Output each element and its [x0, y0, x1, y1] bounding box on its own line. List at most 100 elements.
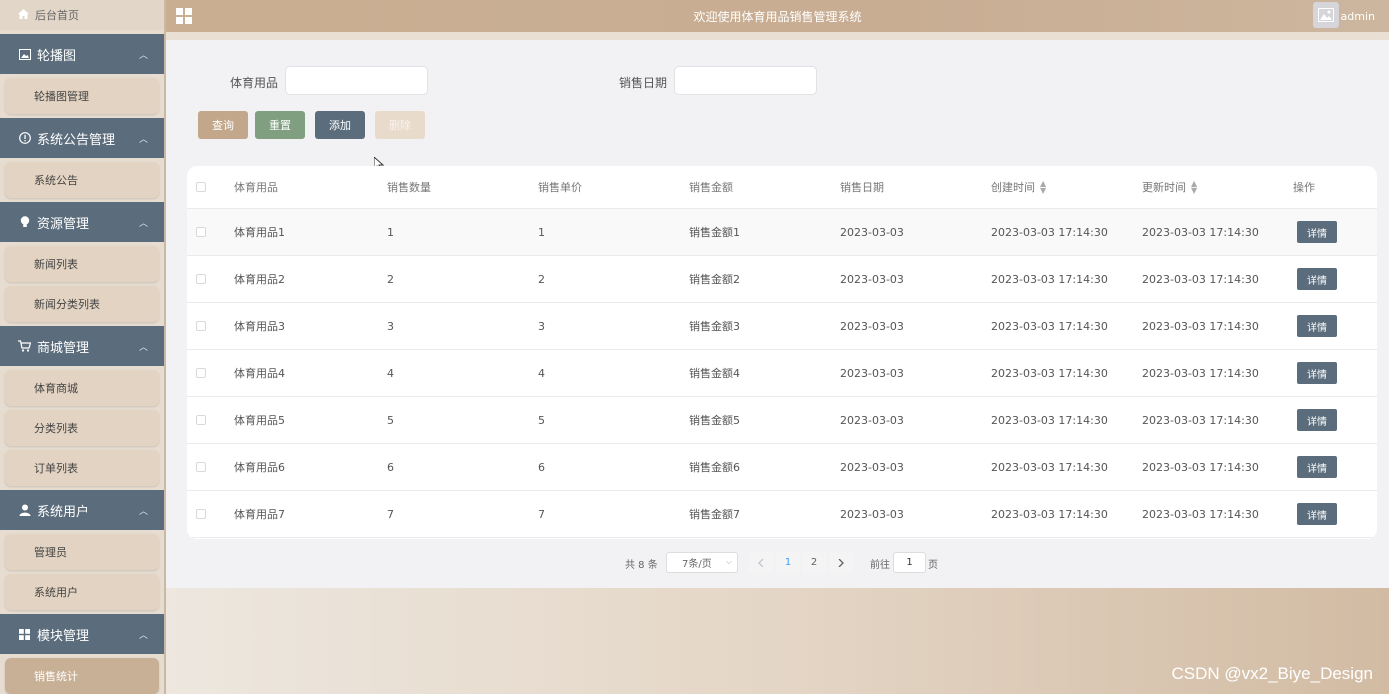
- search-input-date[interactable]: [674, 66, 817, 95]
- search-label-date: 销售日期: [619, 76, 668, 90]
- table-cell: 5: [538, 413, 545, 427]
- col-header-created[interactable]: 创建时间 ▲ ▼: [991, 166, 1046, 208]
- sort-icon[interactable]: ▲ ▼: [1191, 180, 1197, 195]
- table-cell: 2023-03-03 17:14:30: [991, 225, 1108, 239]
- col-header-actions: 操作: [1293, 181, 1315, 194]
- page-button-1[interactable]: 1: [776, 552, 800, 573]
- delete-button[interactable]: 删除: [375, 111, 425, 139]
- table-cell: 体育用品1: [234, 226, 285, 239]
- row-checkbox[interactable]: [196, 462, 206, 472]
- table-cell: 1: [538, 225, 545, 239]
- table-cell: 2023-03-03 17:14:30: [991, 366, 1108, 380]
- row-checkbox[interactable]: [196, 415, 206, 425]
- table-row[interactable]: 体育用品6 6 6 销售金额6 2023-03-03 2023-03-03 17:14:3…: [187, 444, 1377, 491]
- goto-page-input[interactable]: 1: [893, 552, 926, 573]
- table-cell: 2023-03-03 17:14:30: [991, 507, 1108, 521]
- sidebar-group-2[interactable]: 资源管理 ︿: [0, 202, 164, 242]
- table-cell: 2023-03-03 17:14:30: [1142, 319, 1259, 333]
- table-cell: 体育用品4: [234, 367, 285, 380]
- table-row[interactable]: 体育用品3 3 3 销售金额3 2023-03-03 2023-03-03 17:14:3…: [187, 303, 1377, 350]
- image-icon: [18, 48, 31, 61]
- detail-button[interactable]: 详情: [1297, 221, 1337, 243]
- detail-button[interactable]: 详情: [1297, 315, 1337, 337]
- sidebar-item[interactable]: 体育商城: [5, 370, 159, 406]
- table-cell: 6: [387, 460, 394, 474]
- sort-icon[interactable]: ▲ ▼: [1040, 180, 1046, 195]
- detail-button[interactable]: 详情: [1297, 503, 1337, 525]
- page-button-2[interactable]: 2: [802, 552, 826, 573]
- table-cell: 2: [387, 272, 394, 286]
- chevron-up-icon[interactable]: ︿: [139, 216, 148, 229]
- row-checkbox[interactable]: [196, 227, 206, 237]
- sidebar-item[interactable]: 销售统计: [5, 658, 159, 694]
- chevron-down-icon: ⌵: [725, 557, 732, 566]
- row-checkbox[interactable]: [196, 321, 206, 331]
- chevron-up-icon[interactable]: ︿: [139, 504, 148, 517]
- table-cell: 6: [538, 460, 545, 474]
- prev-page-button[interactable]: [749, 552, 773, 573]
- sidebar-group-4[interactable]: 系统用户 ︿: [0, 490, 164, 530]
- sidebar-group-5[interactable]: 模块管理 ︿: [0, 614, 164, 654]
- table-header-row: 体育用品 销售数量 销售单价 销售金额 销售日期 创建时间 ▲ ▼ 更新时间 ▲ ▼…: [187, 166, 1377, 209]
- row-checkbox[interactable]: [196, 274, 206, 284]
- top-header: 欢迎使用体育用品销售管理系统 admin: [166, 0, 1389, 32]
- row-checkbox[interactable]: [196, 368, 206, 378]
- sidebar-home-label: 后台首页: [35, 9, 79, 22]
- table-cell: 5: [387, 413, 394, 427]
- sidebar-group-label: 系统用户: [37, 504, 90, 520]
- table-row[interactable]: 体育用品5 5 5 销售金额5 2023-03-03 2023-03-03 17:14:3…: [187, 397, 1377, 444]
- table-row[interactable]: 体育用品4 4 4 销售金额4 2023-03-03 2023-03-03 17:14:3…: [187, 350, 1377, 397]
- select-all-checkbox[interactable]: [196, 182, 206, 192]
- user-icon: [18, 504, 31, 517]
- username[interactable]: admin: [1341, 10, 1375, 23]
- sidebar-item[interactable]: 订单列表: [5, 450, 159, 486]
- sidebar-item[interactable]: 管理员: [5, 534, 159, 570]
- chevron-up-icon[interactable]: ︿: [139, 132, 148, 145]
- sidebar-item[interactable]: 轮播图管理: [5, 78, 159, 114]
- table-cell: 2023-03-03 17:14:30: [991, 460, 1108, 474]
- detail-button[interactable]: 详情: [1297, 268, 1337, 290]
- sidebar-item[interactable]: 系统用户: [5, 574, 159, 610]
- table-row[interactable]: 体育用品1 1 1 销售金额1 2023-03-03 2023-03-03 17:14:3…: [187, 209, 1377, 256]
- pagination-total: 共 8 条: [625, 560, 658, 571]
- detail-button[interactable]: 详情: [1297, 362, 1337, 384]
- sidebar-item[interactable]: 新闻分类列表: [5, 286, 159, 322]
- next-page-button[interactable]: [829, 552, 853, 573]
- col-header-created-label: 创建时间: [991, 181, 1035, 194]
- col-header-updated[interactable]: 更新时间 ▲ ▼: [1142, 166, 1197, 208]
- page-size-select[interactable]: 7条/页 ⌵: [666, 552, 738, 573]
- table-row[interactable]: 体育用品2 2 2 销售金额2 2023-03-03 2023-03-03 17:14:3…: [187, 256, 1377, 303]
- sidebar-item[interactable]: 分类列表: [5, 410, 159, 446]
- col-header-product: 体育用品: [234, 181, 278, 194]
- sidebar-group-3[interactable]: 商城管理 ︿: [0, 326, 164, 366]
- detail-button[interactable]: 详情: [1297, 409, 1337, 431]
- chevron-up-icon[interactable]: ︿: [139, 48, 148, 61]
- add-button[interactable]: 添加: [315, 111, 365, 139]
- row-checkbox[interactable]: [196, 509, 206, 519]
- search-input-product[interactable]: [285, 66, 428, 95]
- table-cell: 1: [387, 225, 394, 239]
- table-cell: 体育用品3: [234, 320, 285, 333]
- sidebar-item[interactable]: 新闻列表: [5, 246, 159, 282]
- table-cell: 体育用品5: [234, 414, 285, 427]
- chevron-up-icon[interactable]: ︿: [139, 340, 148, 353]
- query-button[interactable]: 查询: [198, 111, 248, 139]
- table-cell: 2023-03-03: [840, 319, 904, 333]
- grid-icon: [18, 628, 31, 641]
- sidebar-group-1[interactable]: 系统公告管理 ︿: [0, 118, 164, 158]
- avatar[interactable]: [1313, 2, 1339, 28]
- reset-button[interactable]: 重置: [255, 111, 305, 139]
- table-cell: 2023-03-03 17:14:30: [1142, 272, 1259, 286]
- chevron-up-icon[interactable]: ︿: [139, 628, 148, 641]
- sidebar-item[interactable]: 系统公告: [5, 162, 159, 198]
- table-cell: 2023-03-03: [840, 460, 904, 474]
- table-cell: 2023-03-03 17:14:30: [1142, 366, 1259, 380]
- table-cell: 2023-03-03 17:14:30: [991, 272, 1108, 286]
- table-cell: 销售金额4: [689, 367, 740, 380]
- sidebar-home[interactable]: 后台首页: [0, 0, 164, 30]
- detail-button[interactable]: 详情: [1297, 456, 1337, 478]
- cart-icon: [18, 340, 31, 353]
- table-row[interactable]: 体育用品7 7 7 销售金额7 2023-03-03 2023-03-03 17:14:3…: [187, 491, 1377, 538]
- sidebar-group-0[interactable]: 轮播图 ︿: [0, 34, 164, 74]
- table-cell: 2023-03-03: [840, 225, 904, 239]
